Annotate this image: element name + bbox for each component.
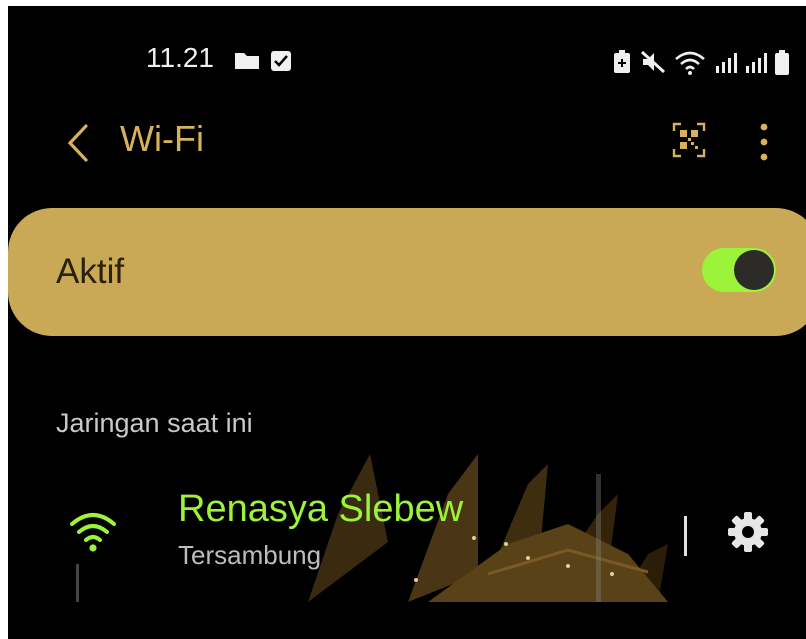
- qr-code-icon[interactable]: [670, 120, 708, 160]
- folder-icon: [235, 53, 259, 69]
- wifi-icon: [70, 513, 116, 552]
- status-bar: 11.21: [8, 6, 806, 92]
- current-network-section-label: Jaringan saat ini: [56, 408, 253, 438]
- wifi-toggle-card[interactable]: Aktif: [8, 208, 806, 336]
- battery-icon: [775, 50, 789, 75]
- status-time: 11.21: [146, 42, 214, 73]
- app-bar: Wi-Fi: [8, 106, 806, 176]
- phone-screen: 11.21 Wi-Fi Aktif Jaringan saat ini Rena…: [8, 6, 806, 639]
- signal-icon: [746, 53, 767, 73]
- more-vert-icon[interactable]: [752, 120, 776, 164]
- switch-knob: [734, 250, 774, 290]
- page-title: Wi-Fi: [120, 118, 204, 159]
- current-network-item[interactable]: Renasya Slebew Tersambung: [8, 454, 806, 602]
- network-name: Renasya Slebew: [178, 488, 464, 530]
- gear-icon[interactable]: [726, 510, 770, 554]
- signal-icon: [716, 53, 737, 73]
- divider: [684, 516, 687, 556]
- network-status: Tersambung: [178, 540, 322, 570]
- wifi-switch[interactable]: [702, 248, 776, 292]
- mute-icon: [640, 50, 666, 74]
- wifi-status-icon: [675, 51, 705, 75]
- chevron-left-icon[interactable]: [60, 118, 100, 168]
- toggle-label: Aktif: [56, 252, 125, 291]
- battery-saver-icon: [614, 50, 630, 73]
- checkbox-icon: [271, 51, 291, 71]
